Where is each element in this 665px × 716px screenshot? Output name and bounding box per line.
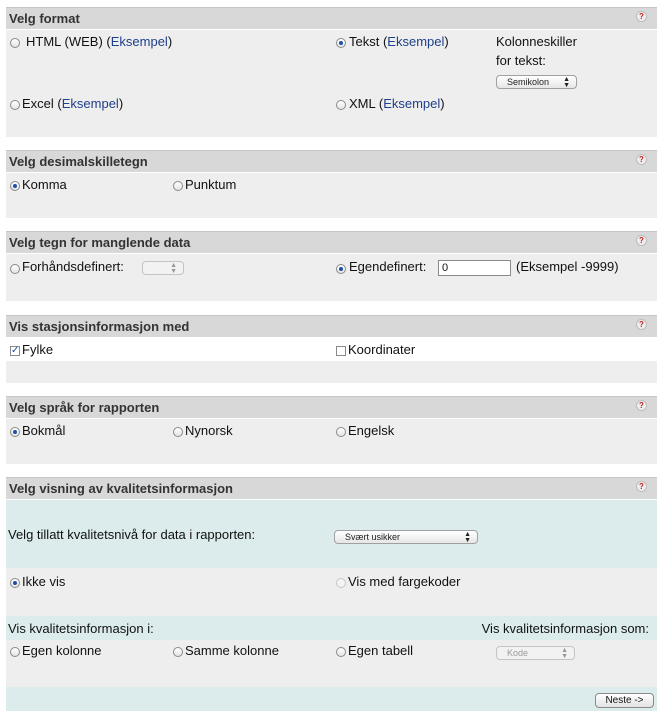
language-title: Velg språk for rapporten	[9, 400, 160, 415]
select-arrows-icon: ▲ ▼	[563, 76, 570, 89]
quality-hide-radio[interactable]	[10, 578, 20, 588]
station-coordinates-label: Koordinater	[348, 342, 416, 357]
select-arrows-icon: ▲ ▼	[170, 262, 177, 275]
help-icon[interactable]: ?	[636, 481, 647, 492]
quality-color-codes-label: Vis med fargekoder	[348, 574, 461, 589]
help-icon[interactable]: ?	[636, 235, 647, 246]
quality-header: Velg visning av kvalitetsinformasjon ?	[6, 477, 657, 499]
language-english-radio[interactable]	[336, 427, 346, 437]
language-english-label: Engelsk	[348, 423, 395, 438]
language-nynorsk-radio[interactable]	[173, 427, 183, 437]
station-panel	[6, 361, 657, 383]
decimal-title: Velg desimalskilletegn	[9, 154, 148, 169]
quality-level-select[interactable]: Svært usikker ▲ ▼	[334, 530, 478, 544]
missing-custom-label: Egendefinert:	[349, 259, 427, 274]
separator-select[interactable]: Semikolon ▲ ▼	[496, 75, 577, 89]
quality-display-panel	[6, 568, 657, 616]
quality-level-label: Velg tillatt kvalitetsnivå for data i ra…	[8, 527, 256, 542]
quality-title: Velg visning av kvalitetsinformasjon	[9, 481, 233, 496]
language-nynorsk-label: Nynorsk	[185, 423, 233, 438]
separator-label-line2: for tekst:	[496, 53, 546, 68]
decimal-point-radio[interactable]	[173, 181, 183, 191]
format-header: Velg format ?	[6, 7, 657, 29]
separator-label-line1: Kolonneskiller	[496, 34, 577, 49]
format-html-option: HTML (WEB) (Eksempel)	[26, 34, 173, 49]
quality-hide-label: Ikke vis	[22, 574, 66, 589]
help-icon[interactable]: ?	[636, 154, 647, 165]
missing-predefined-select[interactable]: ▲ ▼	[142, 261, 184, 275]
format-xml-radio[interactable]	[336, 100, 346, 110]
missing-custom-radio[interactable]	[336, 264, 346, 274]
help-icon[interactable]: ?	[636, 11, 647, 22]
format-title: Velg format	[9, 11, 80, 26]
language-panel	[6, 419, 657, 464]
help-icon[interactable]: ?	[636, 400, 647, 411]
decimal-comma-radio[interactable]	[10, 181, 20, 191]
quality-own-column-label: Egen kolonne	[22, 643, 102, 658]
decimal-header: Velg desimalskilletegn ?	[6, 150, 657, 172]
format-excel-option: Excel (Eksempel)	[22, 96, 124, 111]
format-html-example-link[interactable]: Eksempel	[111, 34, 168, 49]
missing-example-text: (Eksempel -9999)	[516, 259, 619, 274]
language-header: Velg språk for rapporten ?	[6, 396, 657, 418]
missing-header: Velg tegn for manglende data ?	[6, 231, 657, 253]
missing-predefined-radio[interactable]	[10, 264, 20, 274]
footer-band	[6, 687, 657, 711]
format-excel-radio[interactable]	[10, 100, 20, 110]
format-html-radio[interactable]	[10, 38, 20, 48]
quality-own-table-label: Egen tabell	[348, 643, 414, 658]
decimal-panel	[6, 173, 657, 218]
quality-show-in-label: Vis kvalitetsinformasjon i:	[8, 621, 154, 636]
language-bokmal-radio[interactable]	[10, 427, 20, 437]
format-xml-option: XML (Eksempel)	[349, 96, 445, 111]
missing-title: Velg tegn for manglende data	[9, 235, 191, 250]
station-header: Vis stasjonsinformasjon med ?	[6, 315, 657, 337]
format-text-example-link[interactable]: Eksempel	[387, 34, 444, 49]
quality-own-column-radio[interactable]	[10, 647, 20, 657]
format-text-option: Tekst (Eksempel)	[349, 34, 449, 49]
missing-custom-input[interactable]: 0	[438, 260, 511, 276]
station-county-label: Fylke	[22, 342, 54, 357]
language-bokmal-label: Bokmål	[22, 423, 66, 438]
missing-predefined-label: Forhåndsdefinert:	[22, 259, 124, 274]
station-county-checkbox[interactable]: ✓	[10, 346, 20, 356]
quality-show-as-label: Vis kvalitetsinformasjon som:	[481, 621, 649, 636]
format-xml-example-link[interactable]: Eksempel	[383, 96, 440, 111]
quality-own-table-radio[interactable]	[336, 647, 346, 657]
select-arrows-icon: ▲ ▼	[561, 647, 568, 660]
format-text-radio[interactable]	[336, 38, 346, 48]
quality-same-column-label: Samme kolonne	[185, 643, 279, 658]
next-button[interactable]: Neste ->	[595, 693, 654, 708]
quality-color-codes-radio[interactable]	[336, 578, 346, 588]
quality-same-column-radio[interactable]	[173, 647, 183, 657]
help-icon[interactable]: ?	[636, 319, 647, 330]
station-coordinates-checkbox[interactable]	[336, 346, 346, 356]
decimal-point-label: Punktum	[185, 177, 237, 192]
decimal-comma-label: Komma	[22, 177, 67, 192]
quality-show-as-select[interactable]: Kode ▲ ▼	[496, 646, 575, 660]
select-arrows-icon: ▲ ▼	[464, 531, 471, 544]
format-excel-example-link[interactable]: Eksempel	[62, 96, 119, 111]
station-title: Vis stasjonsinformasjon med	[9, 319, 190, 334]
